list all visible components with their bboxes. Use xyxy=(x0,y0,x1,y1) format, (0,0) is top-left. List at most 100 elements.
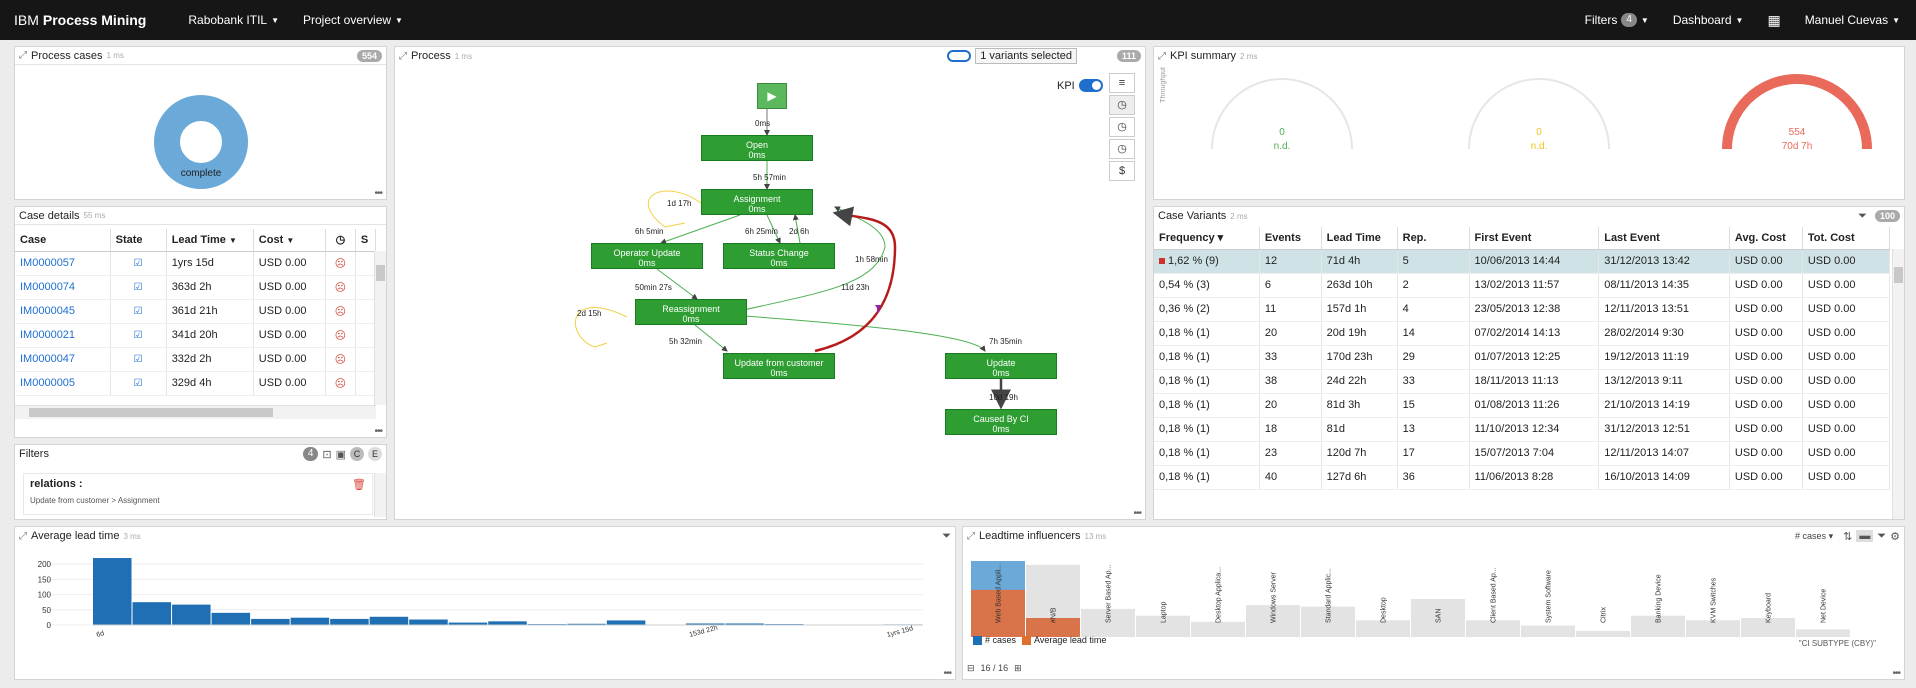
case-id-link[interactable]: IM0000005 xyxy=(15,371,111,396)
expand-icon[interactable]: ⤢ xyxy=(19,50,27,61)
bookmark-icon[interactable]: ⊡ xyxy=(322,448,331,461)
col-lead-time[interactable]: Lead Time ▼ xyxy=(166,229,254,252)
metric-dropdown[interactable]: # cases ▾ xyxy=(1795,531,1833,542)
vertical-scrollbar[interactable] xyxy=(374,473,386,517)
node-operator-update[interactable]: Operator Update 0ms xyxy=(591,243,703,269)
node-update[interactable]: Update 0ms xyxy=(945,353,1057,379)
col-status-icon[interactable]: ◷ xyxy=(325,229,356,252)
node-update-from-customer[interactable]: Update from customer 0ms xyxy=(723,353,835,379)
influencer-bar[interactable] xyxy=(1576,630,1630,637)
histogram-bar[interactable] xyxy=(211,612,251,625)
variant-row[interactable]: 0,18 % (1) 20 81d 3h 15 01/08/2013 11:26 21/1… xyxy=(1154,393,1890,418)
histogram-bar[interactable] xyxy=(330,618,369,625)
filter-card[interactable]: relations : Update from customer > Assig… xyxy=(23,473,373,515)
legend-cases[interactable]: # cases xyxy=(973,635,1016,646)
variant-row[interactable]: 0,18 % (1) 18 81d 13 11/10/2013 12:34 31/12/2… xyxy=(1154,417,1890,442)
histogram-bar[interactable] xyxy=(251,618,290,625)
app-grid-icon[interactable]: ▦ xyxy=(1767,12,1780,29)
expand-icon[interactable]: ⤢ xyxy=(967,531,975,542)
col-avg-cost[interactable]: Avg. Cost xyxy=(1729,227,1803,250)
table-row[interactable]: IM0000021 ☑ 341d 20h USD 0.00 ☹ xyxy=(15,323,376,348)
col-first-event[interactable]: First Event xyxy=(1469,227,1600,250)
save-icon[interactable]: ▣ xyxy=(336,448,346,461)
user-menu[interactable]: Manuel Cuevas ▼ xyxy=(1805,13,1900,27)
table-row[interactable]: IM0000005 ☑ 329d 4h USD 0.00 ☹ xyxy=(15,371,376,396)
variant-row[interactable]: 0,18 % (1) 40 127d 6h 36 11/06/2013 8:28 16/1… xyxy=(1154,465,1890,490)
case-id-link[interactable]: IM0000074 xyxy=(15,275,111,300)
histogram-bar[interactable] xyxy=(93,558,132,625)
expand-page-icon[interactable]: ⊞ xyxy=(1014,663,1022,674)
nav-project-menu[interactable]: Rabobank ITIL ▼ xyxy=(188,13,279,27)
bar-view-icon[interactable]: ▬ xyxy=(1856,530,1874,542)
variant-row[interactable]: 0,18 % (1) 38 24d 22h 33 18/11/2013 11:13 13/… xyxy=(1154,369,1890,394)
col-cost[interactable]: Cost ▼ xyxy=(253,229,326,252)
edge-update-customer-assignment[interactable] xyxy=(814,206,897,353)
filter-funnel-icon[interactable]: ⏷ xyxy=(1877,530,1886,543)
expand-icon[interactable]: ⤢ xyxy=(1158,51,1166,62)
filter-funnel-icon[interactable]: ⏷ xyxy=(1858,210,1867,223)
variant-row[interactable]: 0,18 % (1) 20 20d 19h 14 07/02/2014 14:13 28/… xyxy=(1154,321,1890,346)
node-assignment[interactable]: Assignment 0ms xyxy=(701,189,813,215)
vertical-scrollbar[interactable] xyxy=(374,251,386,405)
table-row[interactable]: IM0000045 ☑ 361d 21h USD 0.00 ☹ xyxy=(15,299,376,324)
histogram-bar[interactable] xyxy=(132,602,172,625)
histogram-bar[interactable] xyxy=(290,617,330,625)
histogram-bar[interactable] xyxy=(488,621,527,625)
horizontal-scrollbar[interactable] xyxy=(15,405,376,419)
panel-menu-icon[interactable]: ••• xyxy=(374,426,382,437)
col-events[interactable]: Events xyxy=(1259,227,1322,250)
vertical-scrollbar[interactable] xyxy=(1892,249,1904,519)
panel-menu-icon[interactable]: ••• xyxy=(374,188,382,199)
case-id-link[interactable]: IM0000021 xyxy=(15,323,111,348)
influencer-bar[interactable] xyxy=(1521,625,1575,637)
col-rep[interactable]: Rep. xyxy=(1397,227,1470,250)
expand-icon[interactable]: ⤢ xyxy=(19,531,27,542)
variant-row[interactable]: 0,18 % (1) 23 120d 7h 17 15/07/2013 7:04 12/1… xyxy=(1154,441,1890,466)
node-reassignment[interactable]: Reassignment 0ms xyxy=(635,299,747,325)
legend-avg[interactable]: Average lead time xyxy=(1022,635,1106,646)
case-id-link[interactable]: IM0000045 xyxy=(15,299,111,324)
variant-row[interactable]: 0,36 % (2) 11 157d 1h 4 23/05/2013 12:38 12/1… xyxy=(1154,297,1890,322)
clear-filters-icon[interactable]: C xyxy=(350,447,364,461)
variant-row[interactable]: 1,62 % (9) 12 71d 4h 5 10/06/2013 14:44 31/12… xyxy=(1154,249,1890,274)
node-status-change[interactable]: Status Change 0ms xyxy=(723,243,835,269)
histogram-bar[interactable] xyxy=(172,604,211,625)
filter-funnel-icon[interactable]: ⏷ xyxy=(942,530,951,543)
play-start-button[interactable]: ▶ xyxy=(757,83,787,109)
table-row[interactable]: IM0000057 ☑ 1yrs 15d USD 0.00 ☹ xyxy=(15,251,376,276)
col-frequency[interactable]: Frequency ▾ xyxy=(1154,227,1260,250)
case-id-link[interactable]: IM0000047 xyxy=(15,347,111,372)
collapse-icon[interactable]: ⊟ xyxy=(967,663,975,674)
influencer-bar[interactable] xyxy=(1191,621,1245,637)
influencer-bar[interactable] xyxy=(1796,629,1850,637)
panel-menu-icon[interactable]: ••• xyxy=(1133,508,1141,519)
col-state[interactable]: State xyxy=(110,229,167,252)
edge-assignment-loop[interactable] xyxy=(648,190,702,228)
filters-menu[interactable]: Filters 4 ▼ xyxy=(1585,13,1649,27)
histogram-bar[interactable] xyxy=(369,616,409,625)
node-caused-by-ci[interactable]: Caused By CI 0ms xyxy=(945,409,1057,435)
brand-logo[interactable]: IBM Process Mining xyxy=(14,12,146,28)
edit-filters-icon[interactable]: E xyxy=(368,447,382,461)
variant-row[interactable]: 0,18 % (1) 33 170d 23h 29 01/07/2013 12:25 19… xyxy=(1154,345,1890,370)
case-id-link[interactable]: IM0000057 xyxy=(15,251,111,276)
col-more[interactable]: S xyxy=(355,229,376,252)
histogram-bar[interactable] xyxy=(409,619,448,625)
dashboard-menu[interactable]: Dashboard ▼ xyxy=(1673,13,1744,27)
col-last-event[interactable]: Last Event xyxy=(1598,227,1730,250)
histogram-bar[interactable] xyxy=(606,620,646,625)
panel-menu-icon[interactable]: ••• xyxy=(943,668,951,679)
donut-ring[interactable] xyxy=(154,95,248,189)
settings-icon[interactable]: ⚙ xyxy=(1890,530,1900,543)
panel-menu-icon[interactable]: ••• xyxy=(1892,668,1900,679)
node-open[interactable]: Open 0ms xyxy=(701,135,813,161)
table-row[interactable]: IM0000074 ☑ 363d 2h USD 0.00 ☹ xyxy=(15,275,376,300)
col-case[interactable]: Case xyxy=(15,229,111,252)
table-row[interactable]: IM0000047 ☑ 332d 2h USD 0.00 ☹ xyxy=(15,347,376,372)
variant-row[interactable]: 0,54 % (3) 6 263d 10h 2 13/02/2013 11:57 08/1… xyxy=(1154,273,1890,298)
col-tot-cost[interactable]: Tot. Cost xyxy=(1802,227,1890,250)
nav-view-menu[interactable]: Project overview ▼ xyxy=(303,13,403,27)
sort-icon[interactable]: ⇅ xyxy=(1843,530,1852,543)
trash-icon[interactable]: 🗑 xyxy=(352,478,366,491)
col-lead-time[interactable]: Lead Time xyxy=(1321,227,1398,250)
